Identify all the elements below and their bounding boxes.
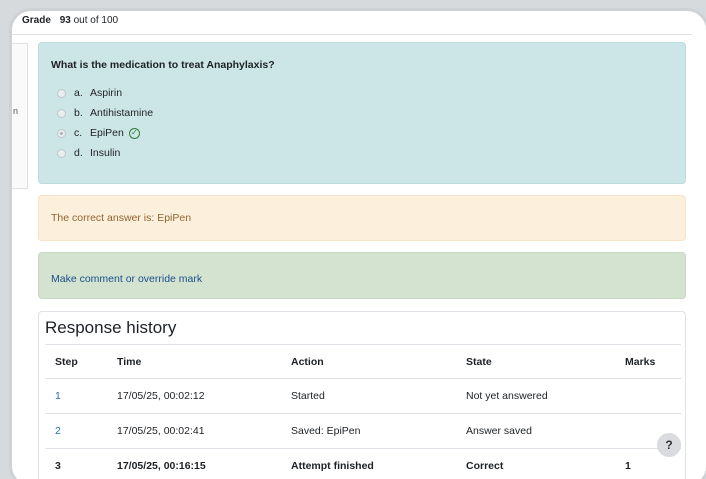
table-header-row: Step Time Action State Marks <box>45 344 681 379</box>
question-box: What is the medication to treat Anaphyla… <box>38 42 686 184</box>
step-link[interactable]: 1 <box>55 390 61 402</box>
grade-label: Grade <box>22 15 51 26</box>
col-marks: Marks <box>615 344 681 379</box>
option-label: Insulin <box>90 147 121 159</box>
col-step: Step <box>45 344 107 379</box>
table-row: 3 17/05/25, 00:16:15 Attempt finished Co… <box>45 448 681 479</box>
cell-action: Started <box>281 378 456 414</box>
option-letter: c. <box>74 127 83 139</box>
table-row: 2 17/05/25, 00:02:41 Saved: EpiPen Answe… <box>45 413 681 449</box>
feedback-text: The correct answer is: EpiPen <box>51 212 192 224</box>
cell-marks <box>615 378 681 414</box>
response-history: Response history Step Time Action State … <box>38 311 686 479</box>
col-time: Time <box>107 344 281 379</box>
check-circle-icon: ✓ <box>128 127 140 139</box>
table-row: 1 17/05/25, 00:02:12 Started Not yet ans… <box>45 378 681 414</box>
question-text: What is the medication to treat Anaphyla… <box>51 59 275 71</box>
radio-b[interactable] <box>57 108 66 118</box>
option-letter: d. <box>74 147 83 159</box>
option-a[interactable]: a. Aspirin <box>51 83 685 103</box>
step-link[interactable]: 2 <box>55 425 61 437</box>
option-letter: b. <box>74 107 83 119</box>
cell-action: Saved: EpiPen <box>281 413 456 449</box>
option-c[interactable]: c. EpiPen ✓ <box>51 123 685 143</box>
correct-answer-feedback: The correct answer is: EpiPen <box>38 195 686 241</box>
comment-box: Make comment or override mark <box>38 252 686 299</box>
radio-d[interactable] <box>57 148 66 158</box>
question-info-panel: n <box>12 43 28 189</box>
help-button[interactable]: ? <box>657 433 681 457</box>
info-panel-fragment: n <box>13 106 19 116</box>
cell-state: Not yet answered <box>456 378 615 414</box>
cell-time: 17/05/25, 00:16:15 <box>107 448 281 479</box>
radio-c[interactable] <box>57 128 66 138</box>
grade-value: 93 <box>59 15 71 26</box>
col-action: Action <box>281 344 456 379</box>
cell-time: 17/05/25, 00:02:12 <box>107 378 281 414</box>
col-state: State <box>456 344 615 379</box>
option-d[interactable]: d. Insulin <box>51 143 685 163</box>
option-label: Antihistamine <box>90 107 154 119</box>
grade-row: Grade 93 out of 100 <box>12 11 692 35</box>
history-title: Response history <box>45 318 177 337</box>
cell-state: Answer saved <box>456 413 615 449</box>
option-label: EpiPen <box>90 127 124 139</box>
history-table: Step Time Action State Marks 1 17/05/25,… <box>45 344 681 479</box>
radio-a[interactable] <box>57 88 66 98</box>
option-label: Aspirin <box>90 87 123 99</box>
cell-action: Attempt finished <box>281 448 456 479</box>
window-frame: Grade 93 out of 100 n What is the medica… <box>9 8 706 479</box>
cell-time: 17/05/25, 00:02:41 <box>107 413 281 449</box>
cell-step: 3 <box>45 448 107 479</box>
option-letter: a. <box>74 87 83 99</box>
cell-state: Correct <box>456 448 615 479</box>
make-comment-link[interactable]: Make comment or override mark <box>51 273 202 285</box>
option-b[interactable]: b. Antihistamine <box>51 103 685 123</box>
grade-suffix: out of 100 <box>73 15 119 26</box>
